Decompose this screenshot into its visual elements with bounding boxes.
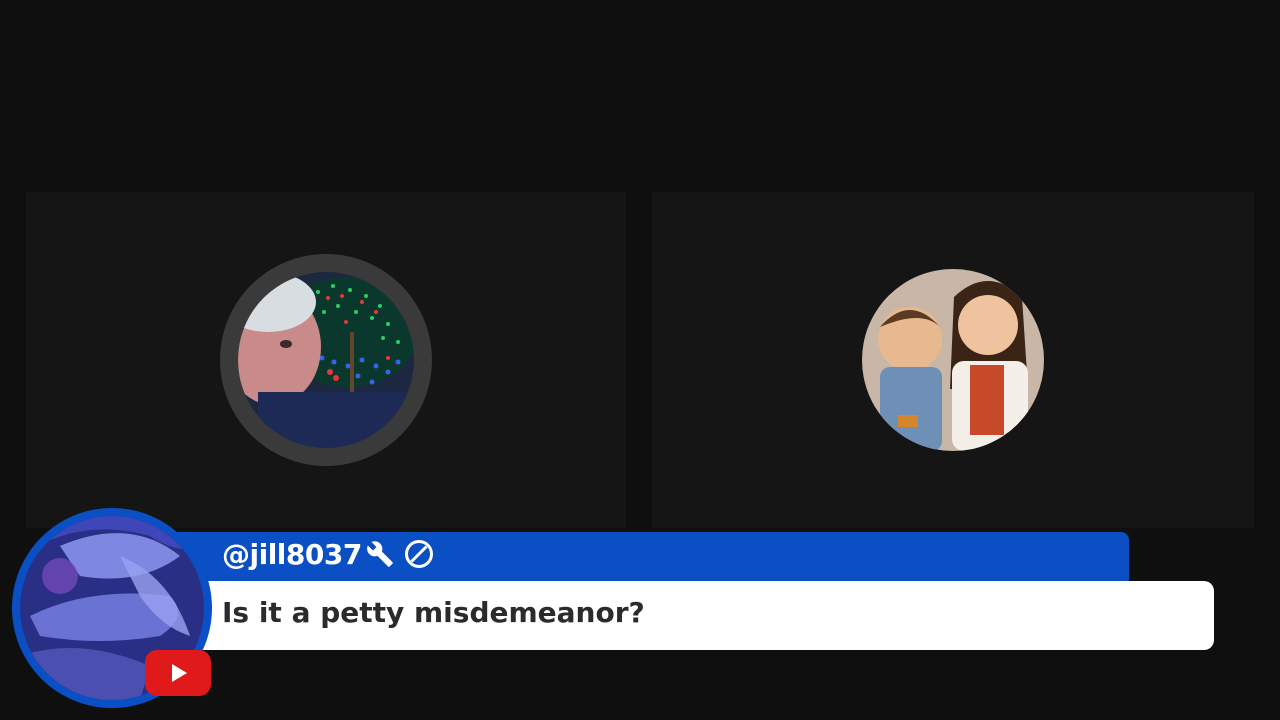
avatar-photo-icon xyxy=(238,272,414,448)
comment-badges xyxy=(366,540,434,572)
participant-tile-left xyxy=(26,192,626,528)
avatar-photo-icon xyxy=(862,269,1044,451)
comment-message: Is it a petty misdemeanor? xyxy=(222,596,645,629)
wrench-icon xyxy=(366,540,394,572)
comment-handle: @jill8037 xyxy=(222,538,362,571)
blocked-icon xyxy=(404,539,434,573)
comment-name-bar: @jill8037 xyxy=(170,532,1129,582)
youtube-icon xyxy=(145,650,211,696)
participant-tile-right xyxy=(652,192,1254,528)
participant-avatar-left xyxy=(220,254,432,466)
comment-message-box: Is it a petty misdemeanor? xyxy=(170,581,1214,650)
